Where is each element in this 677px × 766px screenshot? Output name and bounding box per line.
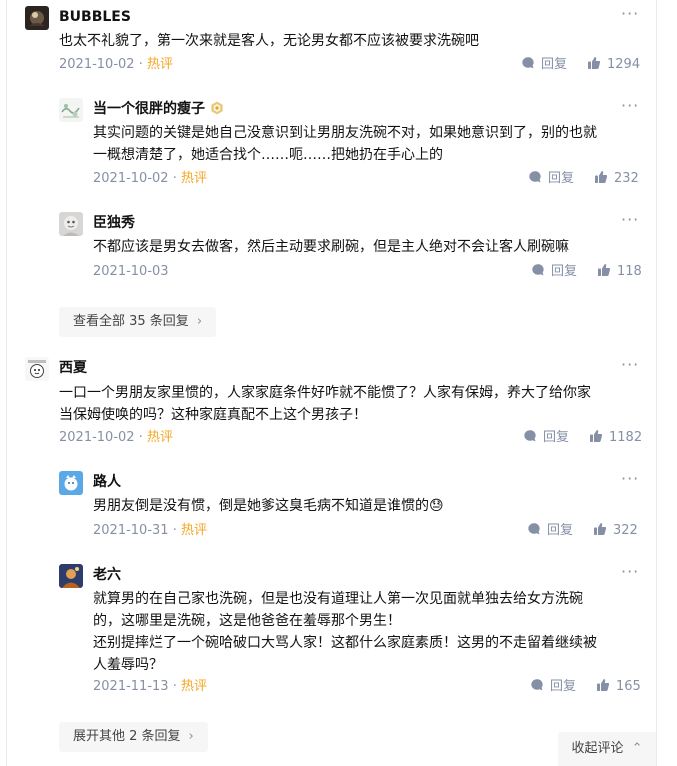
comment-text: 其实问题的关键是她自己没意识到让男朋友洗碗不对，如果她意识到了，别的也就 一概想… — [93, 125, 597, 163]
comment-meta: 2021-10-02 · 热评 — [59, 430, 173, 445]
comment-text: 一口一个男朋友家里惯的，人家家庭条件好咋就不能惯了？人家有保姆，养大了给你家 当… — [59, 385, 591, 423]
comment-actions: 回复 232 — [528, 169, 639, 189]
comment-actions: 回复 322 — [527, 521, 638, 541]
like-count: 322 — [613, 523, 638, 538]
thumbs-up-icon — [593, 522, 607, 536]
comment-author[interactable]: 西夏 — [59, 358, 87, 378]
comment-text: 不都应该是男女去做客，然后主动要求刷碗，但是主人绝对不会让客人刷碗嘛 — [93, 239, 569, 255]
like-count: 165 — [616, 679, 641, 694]
comment-meta: 2021-10-03 — [93, 262, 169, 282]
comment-meta: 2021-10-02 · 热评 — [59, 57, 173, 72]
comment-date: 2021-11-13 — [93, 679, 169, 694]
more-options-icon[interactable]: ··· — [621, 564, 639, 580]
thumbs-up-icon — [594, 170, 608, 184]
reply-item: 当一个很胖的瘦子 ··· 其实问题的关键是她自己没意识到让男朋友洗碗不对，如果她… — [59, 98, 641, 190]
like-button[interactable]: 1182 — [589, 430, 642, 445]
frame-border-right — [656, 0, 657, 766]
reply-button[interactable]: 回复 — [531, 264, 577, 279]
comment-date: 2021-10-02 — [59, 430, 135, 445]
thumbs-up-icon — [587, 56, 601, 70]
comment-actions: 回复 1294 — [521, 55, 640, 75]
comment-meta: 2021-11-13 · 热评 — [93, 679, 207, 694]
avatar[interactable] — [59, 98, 83, 122]
comment-item: 西夏 ··· 一口一个男朋友家里惯的，人家家庭条件好咋就不能惯了？人家有保姆，养… — [25, 357, 642, 449]
reply-item: 路人 ··· 男朋友倒是没有惯，倒是她爹这臭毛病不知道是谁惯的😓 2021-10… — [59, 471, 641, 541]
comment-actions: 回复 1182 — [523, 428, 642, 448]
comment-author[interactable]: 臣独秀 — [93, 213, 135, 233]
like-button[interactable]: 1294 — [587, 57, 640, 72]
reply-icon — [523, 429, 537, 443]
avatar[interactable] — [25, 357, 49, 381]
comment-text: 就算男的在自己家也洗碗，但是也没有道理让人第一次见面就单独去给女方洗碗 的，这哪… — [93, 591, 597, 673]
expand-replies-button[interactable]: 展开其他 2 条回复 › — [59, 722, 208, 752]
like-count: 232 — [614, 171, 639, 186]
comment-author[interactable]: BUBBLES — [59, 7, 131, 27]
avatar[interactable] — [59, 212, 83, 236]
reply-button[interactable]: 回复 — [528, 171, 574, 186]
hot-badge: 热评 — [180, 171, 207, 186]
thumbs-up-icon — [597, 263, 611, 277]
like-button[interactable]: 118 — [597, 264, 642, 279]
comment-date: 2021-10-02 — [93, 171, 169, 186]
comment-author[interactable]: 路人 — [93, 472, 121, 492]
thumbs-up-icon — [596, 678, 610, 692]
reply-button[interactable]: 回复 — [521, 57, 567, 72]
avatar[interactable] — [59, 471, 83, 495]
chevron-up-icon: ⌃ — [631, 741, 643, 756]
comment-item: BUBBLES ··· 也太不礼貌了，第一次来就是客人，无论男女都不应该被要求洗… — [25, 6, 641, 76]
comment-meta: 2021-10-31 · 热评 — [93, 523, 207, 538]
comment-author[interactable]: 老六 — [93, 565, 121, 585]
comment-date: 2021-10-03 — [93, 264, 169, 279]
view-all-replies-button[interactable]: 查看全部 35 条回复 › — [59, 307, 217, 337]
more-options-icon[interactable]: ··· — [621, 357, 639, 373]
collapse-comments-button[interactable]: 收起评论 ⌃ — [558, 732, 656, 766]
reply-button[interactable]: 回复 — [527, 523, 573, 538]
hot-badge: 热评 — [180, 679, 207, 694]
hot-badge: 热评 — [180, 523, 207, 538]
hot-badge: 热评 — [146, 430, 173, 445]
reply-icon — [530, 678, 544, 692]
more-options-icon[interactable]: ··· — [621, 471, 639, 487]
avatar[interactable] — [25, 6, 49, 30]
chevron-right-icon: › — [188, 729, 194, 744]
more-options-icon[interactable]: ··· — [621, 98, 639, 114]
comment-actions: 回复 118 — [531, 262, 642, 282]
comment-date: 2021-10-31 — [93, 523, 169, 538]
thumbs-up-icon — [589, 429, 603, 443]
chevron-right-icon: › — [196, 314, 203, 329]
like-button[interactable]: 165 — [596, 679, 641, 694]
comment-actions: 回复 165 — [530, 677, 641, 697]
comment-author[interactable]: 当一个很胖的瘦子 — [93, 99, 224, 119]
reply-icon — [521, 56, 535, 70]
reply-icon — [531, 263, 545, 277]
comment-date: 2021-10-02 — [59, 57, 135, 72]
like-count: 1294 — [607, 57, 641, 72]
reply-item: 老六 ··· 就算男的在自己家也洗碗，但是也没有道理让人第一次见面就单独去给女方… — [59, 564, 641, 698]
hot-badge: 热评 — [146, 57, 173, 72]
like-count: 118 — [617, 264, 642, 279]
reply-button[interactable]: 回复 — [523, 430, 569, 445]
more-options-icon[interactable]: ··· — [621, 212, 639, 228]
like-button[interactable]: 232 — [594, 171, 639, 186]
like-count: 1182 — [609, 430, 643, 445]
reply-icon — [528, 170, 542, 184]
member-badge-icon — [210, 101, 224, 115]
frame-border-left — [6, 0, 7, 766]
comment-text: 也太不礼貌了，第一次来就是客人，无论男女都不应该被要求洗碗吧 — [59, 33, 479, 49]
like-button[interactable]: 322 — [593, 523, 638, 538]
reply-icon — [527, 522, 541, 536]
comment-meta: 2021-10-02 · 热评 — [93, 171, 207, 186]
avatar[interactable] — [59, 564, 83, 588]
comment-text: 男朋友倒是没有惯，倒是她爹这臭毛病不知道是谁惯的😓 — [93, 498, 444, 514]
reply-item: 臣独秀 ··· 不都应该是男女去做客，然后主动要求刷碗，但是主人绝对不会让客人刷… — [59, 212, 642, 282]
more-options-icon[interactable]: ··· — [621, 6, 639, 22]
reply-button[interactable]: 回复 — [530, 679, 576, 694]
